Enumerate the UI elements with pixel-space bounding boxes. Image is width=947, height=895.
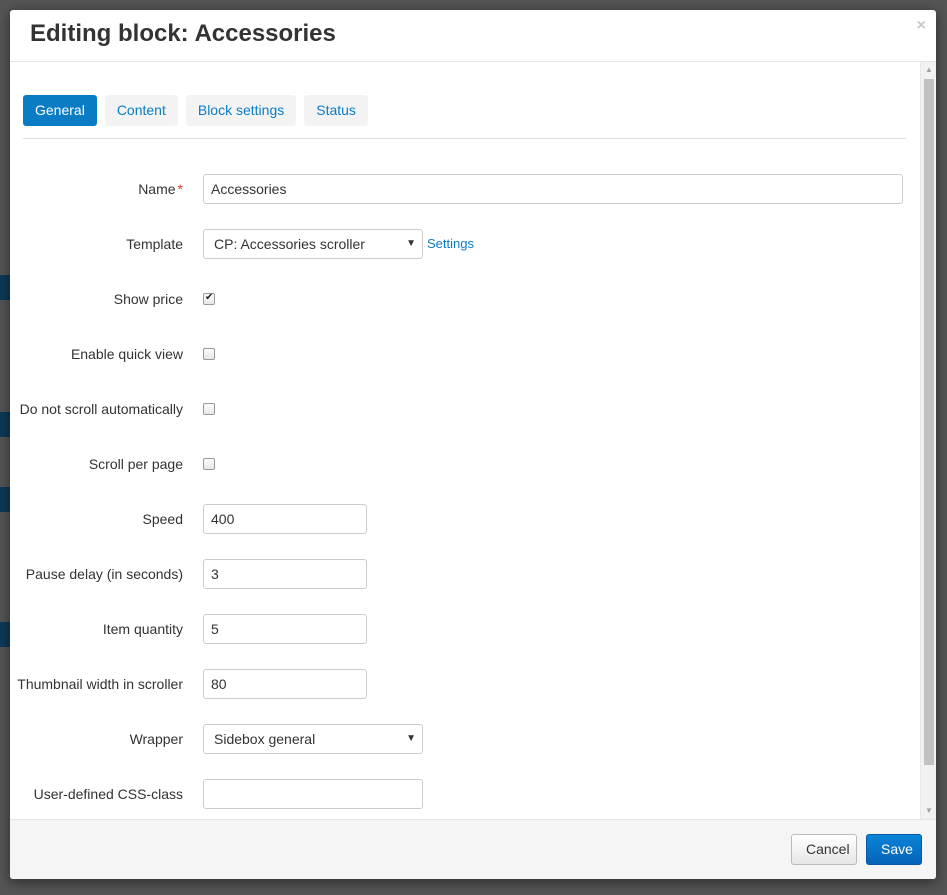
tab-bar: General Content Block settings Status	[23, 95, 368, 126]
name-row: Name * Accessories	[10, 174, 920, 204]
pause-delay-label: Pause delay (in seconds)	[25, 566, 183, 582]
pause-delay-input[interactable]: 3	[203, 559, 367, 589]
quick-view-label: Enable quick view	[70, 346, 183, 362]
speed-input[interactable]: 400	[203, 504, 367, 534]
thumbnail-width-row: Thumbnail width in scroller 80	[10, 669, 920, 699]
tab-block-settings[interactable]: Block settings	[185, 95, 297, 126]
modal-header: Editing block: Accessories ×	[10, 10, 936, 62]
show-price-checkbox[interactable]	[203, 292, 215, 305]
quick-view-row: Enable quick view	[10, 339, 920, 369]
tabs-divider	[23, 138, 906, 139]
close-icon[interactable]: ×	[917, 18, 926, 34]
thumbnail-width-input[interactable]: 80	[203, 669, 367, 699]
template-label: Template	[126, 236, 183, 252]
wrapper-select-value: Sidebox general	[214, 731, 316, 747]
modal-title: Editing block: Accessories	[30, 20, 336, 47]
tab-status[interactable]: Status	[304, 95, 368, 126]
wrapper-label: Wrapper	[129, 731, 183, 747]
tab-general[interactable]: General	[23, 95, 97, 126]
thumbnail-width-label: Thumbnail width in scroller	[17, 676, 183, 692]
modal-body: General Content Block settings Status Na…	[10, 62, 920, 819]
wrapper-select[interactable]: Sidebox general ▼	[203, 724, 423, 754]
css-class-input[interactable]	[203, 779, 423, 809]
show-price-label: Show price	[113, 291, 183, 307]
required-mark: *	[177, 181, 183, 197]
scroll-per-page-checkbox[interactable]	[203, 458, 215, 470]
tab-content[interactable]: Content	[104, 95, 178, 126]
modal-footer: Cancel Save	[10, 819, 936, 879]
pause-delay-row: Pause delay (in seconds) 3	[10, 559, 920, 589]
save-button[interactable]: Save	[866, 834, 922, 865]
scroll-thumb[interactable]	[924, 79, 934, 765]
css-class-label: User-defined CSS-class	[33, 786, 183, 802]
item-quantity-input[interactable]: 5	[203, 614, 367, 644]
item-quantity-row: Item quantity 5	[10, 614, 920, 644]
template-settings-link[interactable]: Settings	[427, 236, 474, 251]
name-input[interactable]: Accessories	[203, 174, 903, 204]
scroll-down-icon[interactable]: ▼	[921, 803, 936, 819]
scroll-up-icon[interactable]: ▲	[921, 62, 936, 78]
cancel-button[interactable]: Cancel	[791, 834, 857, 865]
speed-row: Speed 400	[10, 504, 920, 534]
show-price-row: Show price	[10, 284, 920, 314]
no-autoscroll-label: Do not scroll automatically	[19, 401, 183, 417]
scroll-per-page-label: Scroll per page	[88, 456, 183, 472]
wrapper-row: Wrapper Sidebox general ▼	[10, 724, 920, 754]
no-autoscroll-row: Do not scroll automatically	[10, 394, 920, 424]
scroll-per-page-row: Scroll per page	[10, 449, 920, 479]
item-quantity-label: Item quantity	[102, 621, 183, 637]
modal-scrollbar[interactable]: ▲ ▼	[920, 62, 936, 819]
template-select-value: CP: Accessories scroller	[214, 236, 365, 252]
template-select[interactable]: CP: Accessories scroller ▼	[203, 229, 423, 259]
css-class-row: User-defined CSS-class	[10, 779, 920, 809]
speed-label: Speed	[142, 511, 183, 527]
name-label: Name *	[138, 181, 183, 197]
chevron-down-icon: ▼	[406, 238, 416, 249]
template-row: Template CP: Accessories scroller ▼ Sett…	[10, 229, 920, 259]
edit-block-modal: Editing block: Accessories × General Con…	[10, 10, 936, 879]
quick-view-checkbox[interactable]	[203, 348, 215, 360]
no-autoscroll-checkbox[interactable]	[203, 403, 215, 415]
chevron-down-icon: ▼	[406, 733, 416, 744]
